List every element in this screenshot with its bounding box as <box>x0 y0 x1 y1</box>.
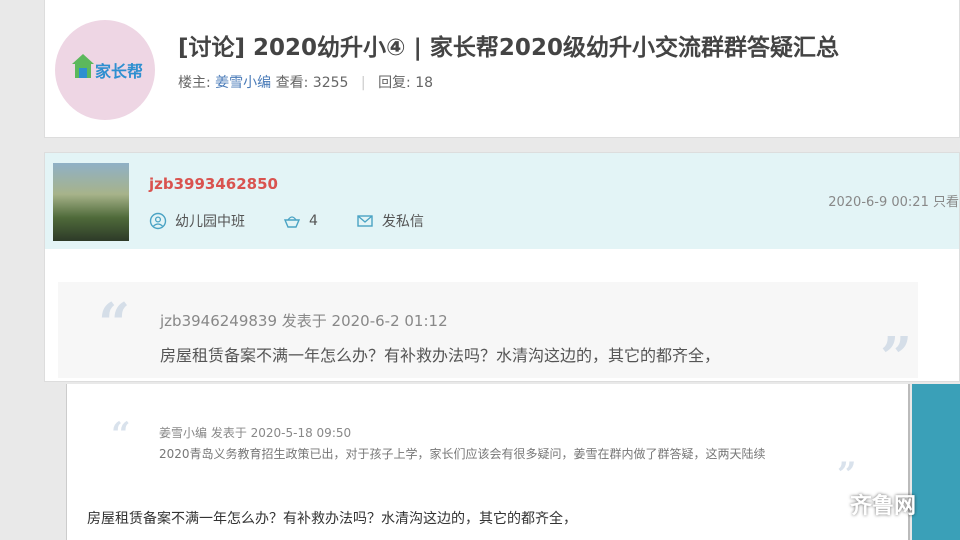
house-icon <box>72 54 94 78</box>
thread-title: [讨论] 2020幼升小④ | 家长帮2020级幼升小交流群群答疑汇总 <box>178 35 839 61</box>
close-quote-icon: ” <box>880 325 913 391</box>
timestamp-text: 2020-6-9 00:21 <box>828 195 929 210</box>
post-timestamp: 2020-6-9 00:21 只看 <box>828 191 959 210</box>
inner-quote-meta: 姜雪小编 发表于 2020-5-18 09:50 <box>159 426 352 440</box>
post-author-bar: jzb3993462850 幼儿园中班 4 发私信 2020-6-9 00:21… <box>45 153 959 249</box>
watermark-text: 齐鲁网 <box>850 494 917 519</box>
user-level-icon <box>149 212 167 230</box>
inner-quote-text: 2020青岛义务教育招生政策已出，对于孩子上学，家长们应该会有很多疑问，姜雪在群… <box>159 447 766 461</box>
views-count: 3255 <box>312 75 349 91</box>
post-username[interactable]: jzb3993462850 <box>149 175 278 193</box>
meta-divider: | <box>360 75 366 91</box>
avatar[interactable] <box>53 163 129 241</box>
open-quote-icon: “ <box>98 291 131 357</box>
user-level: 幼儿园中班 <box>175 214 245 230</box>
quote-text: 房屋租赁备案不满一年怎么办？有补救办法吗？水清沟这边的，其它的都齐全， <box>160 346 721 365</box>
thread-header: 家长帮 [讨论] 2020幼升小④ | 家长帮2020级幼升小交流群群答疑汇总 … <box>44 0 960 138</box>
mail-icon[interactable] <box>356 212 374 230</box>
inner-reply-text: 房屋租赁备案不满一年怎么办？有补救办法吗？水清沟这边的，其它的都齐全， <box>87 511 577 527</box>
inner-close-quote-icon: ” <box>837 455 857 495</box>
replies-label: 回复: <box>378 75 411 91</box>
user-points: 4 <box>309 213 318 229</box>
view-only-link[interactable]: 只看 <box>933 195 959 210</box>
points-icon <box>283 216 301 228</box>
views-label: 查看: <box>275 75 309 91</box>
side-panel <box>912 384 960 540</box>
logo-text: 家长帮 <box>95 62 144 81</box>
screenshot-inner-post: “ ” 姜雪小编 发表于 2020-5-18 09:50 2020青岛义务教育招… <box>66 384 910 540</box>
replies-count: 18 <box>415 75 434 91</box>
owner-label: 楼主: <box>178 75 211 91</box>
owner-link[interactable]: 姜雪小编 <box>215 75 271 91</box>
thread-meta: 楼主: 姜雪小编 查看: 3255 | 回复: 18 <box>178 72 433 92</box>
wechat-icon <box>820 494 845 514</box>
send-message-link[interactable]: 发私信 <box>382 211 424 231</box>
user-info-row: 幼儿园中班 4 发私信 <box>149 211 424 231</box>
inner-open-quote-icon: “ <box>111 415 131 455</box>
quote-author-line: jzb3946249839 发表于 2020-6-2 01:12 <box>160 312 448 330</box>
site-logo[interactable]: 家长帮 <box>55 20 155 120</box>
watermark: 齐鲁网 <box>820 488 916 520</box>
